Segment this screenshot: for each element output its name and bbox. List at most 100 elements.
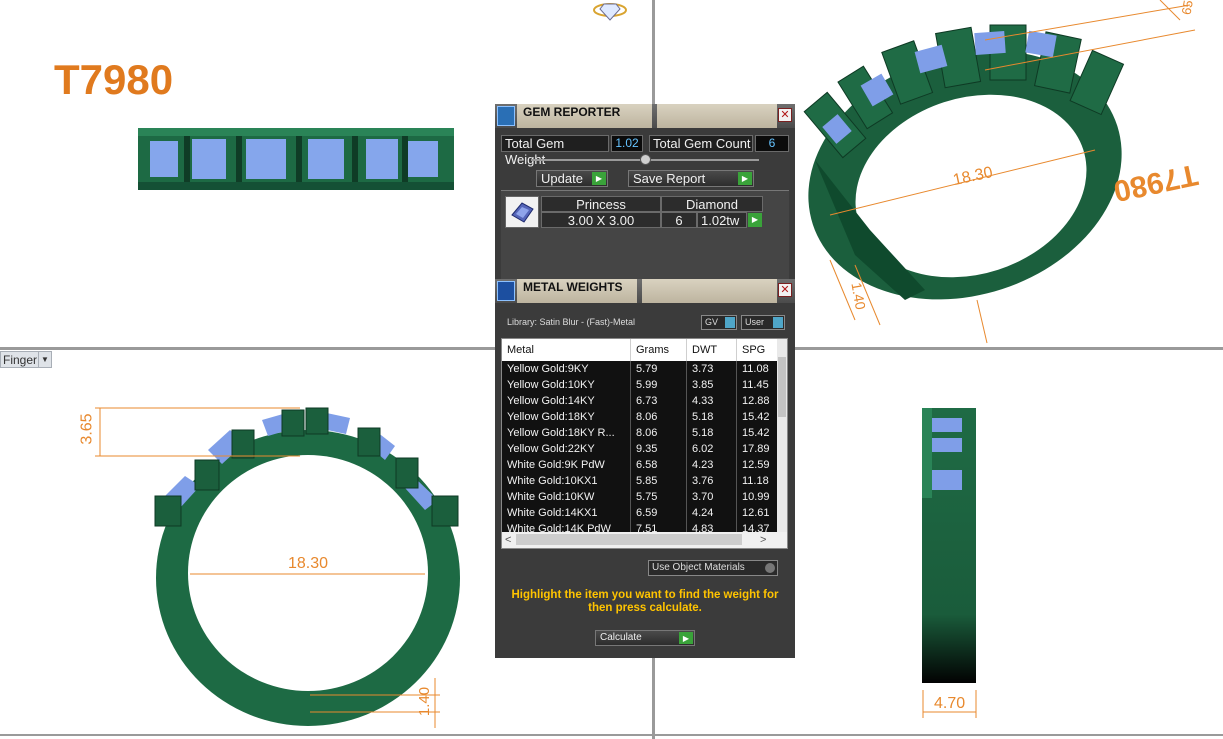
spg-cell: 10.99 bbox=[737, 489, 778, 505]
dwt-cell: 4.23 bbox=[687, 457, 737, 473]
gem-shape: Princess bbox=[541, 196, 661, 212]
table-row[interactable]: Yellow Gold:10KY 5.99 3.85 11.45 bbox=[502, 377, 778, 393]
gv-toggle[interactable]: GV bbox=[701, 315, 737, 330]
front-thickness-dim: 1.40 bbox=[416, 686, 434, 717]
col-dwt-header[interactable]: DWT bbox=[687, 339, 737, 361]
spg-cell: 12.61 bbox=[737, 505, 778, 521]
metal-weights-titlebar[interactable]: METAL WEIGHTS ✕ bbox=[495, 279, 795, 303]
grams-cell: 8.06 bbox=[631, 425, 687, 441]
slider-handle-icon[interactable] bbox=[640, 154, 651, 165]
calculate-button[interactable]: Calculate ▶ bbox=[595, 630, 695, 646]
metal-cell: Yellow Gold:9KY bbox=[502, 361, 631, 377]
col-metal-header[interactable]: Metal bbox=[502, 339, 631, 361]
gv-label: GV bbox=[705, 317, 719, 327]
grams-cell: 5.79 bbox=[631, 361, 687, 377]
save-report-label: Save Report bbox=[633, 171, 706, 186]
dwt-cell: 5.18 bbox=[687, 409, 737, 425]
metal-weights-icon bbox=[497, 281, 515, 301]
dwt-cell: 3.70 bbox=[687, 489, 737, 505]
grams-cell: 6.73 bbox=[631, 393, 687, 409]
grams-cell: 8.06 bbox=[631, 409, 687, 425]
dwt-cell: 4.24 bbox=[687, 505, 737, 521]
front-height-dim: 3.65 bbox=[78, 413, 96, 445]
metal-weights-title: METAL WEIGHTS bbox=[517, 279, 637, 303]
front-diameter-dim: 18.30 bbox=[288, 555, 329, 572]
dwt-cell: 3.85 bbox=[687, 377, 737, 393]
finger-dropdown[interactable]: Finger ▼ bbox=[0, 351, 52, 368]
table-row[interactable]: Yellow Gold:14KY 6.73 4.33 12.88 bbox=[502, 393, 778, 409]
chevron-down-icon[interactable]: ▼ bbox=[38, 352, 51, 367]
metal-cell: Yellow Gold:18KY bbox=[502, 409, 631, 425]
calculate-label: Calculate bbox=[600, 632, 642, 643]
table-row[interactable]: White Gold:9K PdW 6.58 4.23 12.59 bbox=[502, 457, 778, 473]
metal-cell: White Gold:10KX1 bbox=[502, 473, 631, 489]
metal-cell: Yellow Gold:14KY bbox=[502, 393, 631, 409]
col-spg-header[interactable]: SPG bbox=[737, 339, 778, 361]
grams-cell: 9.35 bbox=[631, 441, 687, 457]
gem-go-button[interactable]: ▶ bbox=[748, 213, 762, 227]
metal-cell: Yellow Gold:10KY bbox=[502, 377, 631, 393]
metal-weights-table[interactable]: Metal Grams DWT SPG Yellow Gold:9KY 5.79 3… bbox=[501, 338, 788, 549]
table-row[interactable]: White Gold:14KX1 6.59 4.24 12.61 bbox=[502, 505, 778, 521]
metal-cell: White Gold:14KX1 bbox=[502, 505, 631, 521]
spg-cell: 17.89 bbox=[737, 441, 778, 457]
scroll-thumb[interactable] bbox=[778, 357, 786, 417]
grams-cell: 6.58 bbox=[631, 457, 687, 473]
dwt-cell: 5.18 bbox=[687, 425, 737, 441]
toggle-icon bbox=[725, 317, 735, 328]
scroll-thumb[interactable] bbox=[516, 534, 742, 545]
update-button[interactable]: Update ▶ bbox=[536, 170, 608, 187]
finger-dropdown-value: Finger bbox=[3, 353, 38, 367]
table-row[interactable]: Yellow Gold:18KY R... 8.06 5.18 15.42 bbox=[502, 425, 778, 441]
table-row[interactable]: White Gold:10KX1 5.85 3.76 11.18 bbox=[502, 473, 778, 489]
spg-cell: 12.88 bbox=[737, 393, 778, 409]
total-gem-count-value: 6 bbox=[755, 135, 789, 152]
metal-cell: White Gold:9K PdW bbox=[502, 457, 631, 473]
table-row[interactable]: Yellow Gold:18KY 8.06 5.18 15.42 bbox=[502, 409, 778, 425]
dwt-cell: 3.76 bbox=[687, 473, 737, 489]
spg-cell: 11.18 bbox=[737, 473, 778, 489]
save-report-button[interactable]: Save Report ▶ bbox=[628, 170, 754, 187]
use-object-materials-toggle[interactable]: Use Object Materials bbox=[648, 560, 778, 576]
user-toggle[interactable]: User bbox=[741, 315, 785, 330]
metal-cell: White Gold:10KW bbox=[502, 489, 631, 505]
scroll-left-icon[interactable]: < bbox=[505, 532, 511, 548]
vertical-scrollbar[interactable] bbox=[777, 339, 787, 533]
spg-cell: 15.42 bbox=[737, 425, 778, 441]
gem-reporter-titlebar[interactable]: GEM REPORTER ✕ bbox=[495, 104, 795, 128]
library-label: Library: Satin Blur - (Fast)-Metal bbox=[507, 317, 636, 327]
close-icon[interactable]: ✕ bbox=[778, 283, 792, 297]
horizontal-scrollbar[interactable]: < > bbox=[502, 532, 787, 548]
spg-cell: 12.59 bbox=[737, 457, 778, 473]
table-header: Metal Grams DWT SPG bbox=[502, 339, 778, 361]
perspective-top-dim: 65 bbox=[1178, 0, 1196, 16]
grams-cell: 5.99 bbox=[631, 377, 687, 393]
dwt-cell: 3.73 bbox=[687, 361, 737, 377]
gem-weight: 1.02tw bbox=[697, 212, 747, 228]
table-row[interactable]: Yellow Gold:22KY 9.35 6.02 17.89 bbox=[502, 441, 778, 457]
grams-cell: 5.75 bbox=[631, 489, 687, 505]
ring-logo-icon bbox=[593, 3, 627, 21]
grams-cell: 6.59 bbox=[631, 505, 687, 521]
titlebar-filler bbox=[657, 104, 777, 128]
scroll-right-icon[interactable]: > bbox=[760, 532, 766, 548]
total-gem-weight-value: 1.02 bbox=[611, 135, 643, 152]
table-row[interactable]: Yellow Gold:9KY 5.79 3.73 11.08 bbox=[502, 361, 778, 377]
table-row[interactable]: White Gold:10KW 5.75 3.70 10.99 bbox=[502, 489, 778, 505]
bottom-border bbox=[0, 734, 1223, 736]
close-icon[interactable]: ✕ bbox=[778, 108, 792, 122]
total-gem-count-label: Total Gem Count bbox=[649, 135, 753, 152]
spg-cell: 15.42 bbox=[737, 409, 778, 425]
princess-diamond-icon bbox=[505, 196, 539, 228]
metal-weights-panel[interactable]: METAL WEIGHTS ✕ Library: Satin Blur - (F… bbox=[495, 279, 795, 658]
metal-cell: Yellow Gold:22KY bbox=[502, 441, 631, 457]
gem-material: Diamond bbox=[661, 196, 763, 212]
gem-reporter-panel[interactable]: GEM REPORTER ✕ Total Gem Weight 1.02 Tot… bbox=[495, 104, 795, 280]
spg-cell: 11.45 bbox=[737, 377, 778, 393]
gem-size: 3.00 X 3.00 bbox=[541, 212, 661, 228]
gem-row[interactable]: Princess 3.00 X 3.00 Diamond 6 1.02tw ▶ bbox=[505, 196, 765, 230]
use-object-materials-label: Use Object Materials bbox=[652, 562, 745, 573]
dwt-cell: 4.33 bbox=[687, 393, 737, 409]
update-button-label: Update bbox=[541, 171, 583, 186]
col-grams-header[interactable]: Grams bbox=[631, 339, 687, 361]
